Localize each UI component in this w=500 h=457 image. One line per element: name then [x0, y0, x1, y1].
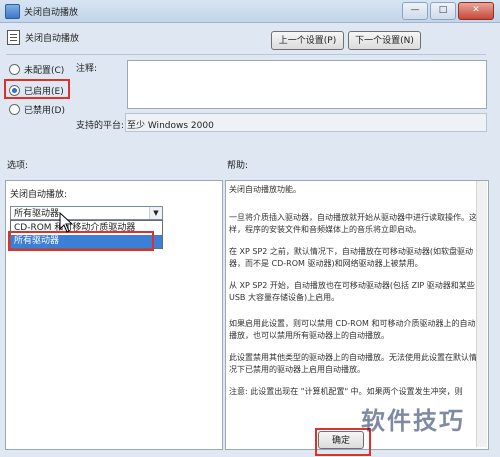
help-paragraph: 此设置禁用其他类型的驱动器上的自动播放。无法使用此设置在默认情况下已禁用的驱动器… [229, 353, 477, 374]
radio-button-icon[interactable] [9, 64, 20, 75]
minimize-button[interactable]: — [402, 2, 428, 20]
maximize-button[interactable]: □ [430, 2, 456, 20]
chevron-down-icon[interactable]: ▼ [149, 207, 162, 219]
enabled-highlight-box [4, 79, 70, 99]
autoplay-field-label: 关闭自动播放: [10, 190, 68, 200]
window-controls: — □ ✕ [402, 2, 494, 20]
radio-disabled[interactable]: 已禁用(D) [9, 103, 65, 116]
supported-platform-label: 支持的平台: [76, 121, 125, 131]
comment-label: 注释: [76, 64, 98, 74]
help-paragraph: 关闭自动播放功能。 [229, 185, 301, 194]
help-scrollbar[interactable] [476, 181, 487, 447]
radio-label: 未配置(C) [24, 66, 65, 76]
group-policy-dialog: 关闭自动播放 — □ ✕ 关闭自动播放 上一个设置(P) 下一个设置(N) 未配… [0, 0, 500, 457]
supported-platform-value: 至少 Windows 2000 [127, 121, 214, 131]
drive-type-select[interactable]: 所有驱动器 ▼ [10, 206, 163, 220]
help-paragraph: 从 XP SP2 开始，自动播放也在可移动驱动器(包括 ZIP 驱动器和某些 U… [229, 281, 475, 302]
radio-button-icon[interactable] [9, 104, 20, 115]
mouse-pointer-icon [59, 212, 74, 233]
watermark: 软件技巧 [361, 407, 465, 435]
radio-label: 已禁用(D) [24, 106, 65, 116]
help-paragraph: 在 XP SP2 之前，默认情况下，自动播放在可移动驱动器(如软盘驱动器，而不是… [229, 247, 474, 268]
window-title: 关闭自动播放 [24, 8, 79, 18]
comment-textarea[interactable] [127, 60, 487, 109]
options-section-label: 选项: [7, 161, 29, 171]
help-paragraph: 注意: 此设置出现在 "计算机配置" 中。如果两个设置发生冲突，则 [229, 387, 463, 396]
header-divider [6, 54, 486, 55]
policy-setting-icon [7, 30, 20, 45]
dropdown-highlight-box [8, 231, 154, 251]
help-paragraph: 如果启用此设置，则可以禁用 CD-ROM 和可移动介质驱动器上的自动播放，也可以… [229, 319, 476, 340]
setting-title: 关闭自动播放 [25, 34, 80, 44]
select-value: 所有驱动器 [14, 209, 60, 219]
next-setting-button[interactable]: 下一个设置(N) [348, 31, 421, 50]
help-paragraph: 一旦将介质插入驱动器，自动播放就开始从驱动器中进行读取操作。这样，程序的安装文件… [229, 213, 477, 234]
previous-setting-button[interactable]: 上一个设置(P) [271, 31, 344, 50]
radio-not-configured[interactable]: 未配置(C) [9, 63, 64, 76]
help-section-label: 帮助: [227, 161, 249, 171]
title-bar[interactable]: 关闭自动播放 — □ ✕ [0, 0, 500, 23]
close-button[interactable]: ✕ [458, 2, 494, 20]
window-icon [5, 4, 20, 19]
